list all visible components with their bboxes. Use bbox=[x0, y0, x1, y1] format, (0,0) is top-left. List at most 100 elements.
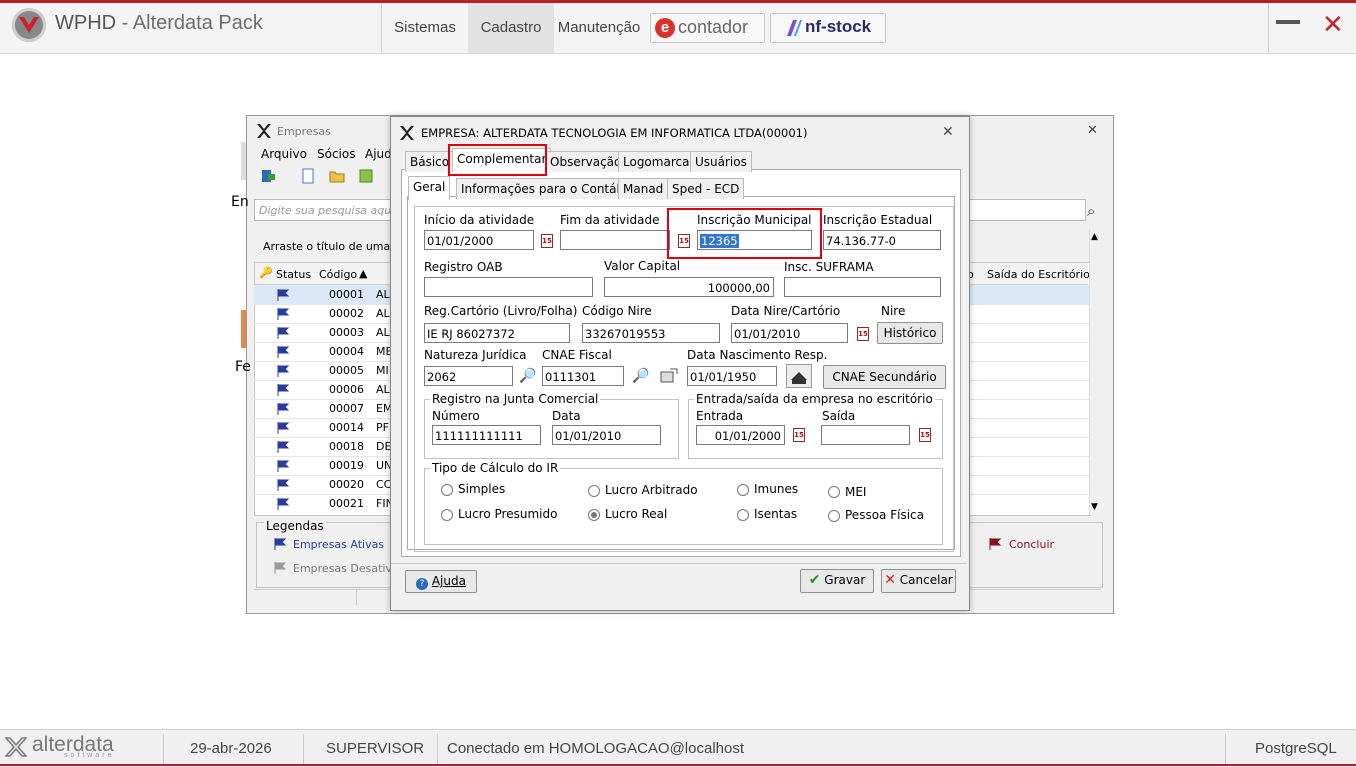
capital-field[interactable]: 100000,00 bbox=[604, 277, 774, 297]
concluir-flag-icon bbox=[988, 537, 1002, 554]
radio-imunes[interactable] bbox=[737, 484, 749, 496]
subtab-sped-ecd[interactable]: Sped - ECD bbox=[667, 178, 745, 199]
menu-ajuda[interactable]: Ajud bbox=[365, 147, 392, 161]
fim-label: Fim da atividade bbox=[560, 213, 660, 227]
empresas-window-icon bbox=[257, 124, 271, 141]
cartorio-label: Reg.Cartório (Livro/Folha) bbox=[424, 304, 578, 318]
nav-tab-cadastro[interactable]: Cadastro bbox=[468, 3, 554, 53]
row-nome: AL bbox=[376, 383, 390, 396]
cancelar-button[interactable]: ✕ Cancelar bbox=[881, 569, 956, 593]
entrada-field[interactable]: 01/01/2000 bbox=[696, 425, 785, 445]
nire-field[interactable]: 33267019553 bbox=[582, 323, 720, 343]
radio-isentas[interactable] bbox=[737, 509, 749, 521]
refresh-icon[interactable] bbox=[358, 168, 374, 187]
alterdata-logo-icon bbox=[5, 737, 27, 757]
new-document-icon[interactable] bbox=[300, 168, 316, 187]
nfstock-button[interactable]: nf-stock bbox=[770, 13, 886, 43]
calendar-icon[interactable]: 15 bbox=[793, 428, 805, 442]
statusbar-sep bbox=[1225, 734, 1226, 764]
tab-usuarios[interactable]: Usuários bbox=[690, 151, 752, 172]
fim-field[interactable] bbox=[560, 230, 670, 250]
natureza-search-icon[interactable]: 🔎 bbox=[519, 368, 536, 384]
cartorio-field[interactable]: IE RJ 86027372 bbox=[424, 323, 570, 343]
close-app-icon[interactable]: ✕ bbox=[1322, 12, 1344, 38]
ajuda-button[interactable]: ? Ajuda bbox=[405, 570, 477, 593]
subtab-geral[interactable]: Geral bbox=[408, 176, 451, 200]
radio-lucro-real[interactable] bbox=[588, 509, 600, 521]
oab-field[interactable] bbox=[424, 277, 593, 297]
row-codigo: 00014 bbox=[329, 421, 364, 434]
column-saida-escritorio[interactable]: Saída do Escritório bbox=[987, 268, 1090, 281]
tab-basico[interactable]: Básico bbox=[405, 151, 455, 172]
active-flag-icon bbox=[276, 459, 290, 476]
junta-data-field[interactable]: 01/01/2010 bbox=[552, 425, 661, 445]
gravar-button[interactable]: ✔ Gravar bbox=[800, 569, 874, 593]
grid-scrollbar[interactable] bbox=[1089, 229, 1105, 515]
open-folder-icon[interactable] bbox=[329, 168, 345, 187]
menu-arquivo[interactable]: Arquivo bbox=[261, 147, 307, 161]
empresas-close-icon[interactable]: ✕ bbox=[1087, 123, 1098, 138]
responsavel-icon[interactable] bbox=[786, 364, 812, 388]
inicio-field[interactable]: 01/01/2000 bbox=[424, 230, 534, 250]
radio-simples[interactable] bbox=[441, 484, 453, 496]
scroll-up-icon[interactable]: ▲ bbox=[1091, 232, 1098, 242]
radio-pessoa-fisica[interactable] bbox=[828, 510, 840, 522]
escritorio-title: Entrada/saída da empresa no escritório bbox=[694, 392, 935, 406]
menu-socios[interactable]: Sócios bbox=[317, 147, 355, 161]
junta-title: Registro na Junta Comercial bbox=[430, 392, 601, 406]
label-lucro-presumido: Lucro Presumido bbox=[458, 507, 558, 521]
cnae-secundario-button[interactable]: CNAE Secundário bbox=[823, 365, 946, 389]
cnae-field[interactable]: 0111301 bbox=[542, 366, 624, 386]
active-flag-icon bbox=[276, 421, 290, 438]
exit-icon[interactable] bbox=[260, 168, 280, 186]
nire-label: Código Nire bbox=[582, 304, 652, 318]
oab-label: Registro OAB bbox=[424, 260, 503, 274]
label-lucro-real: Lucro Real bbox=[605, 507, 668, 521]
data-nire-field[interactable]: 01/01/2010 bbox=[731, 323, 848, 343]
junta-numero-label: Número bbox=[432, 409, 480, 423]
nav-tab-sistemas[interactable]: Sistemas bbox=[382, 3, 468, 53]
row-codigo: 00003 bbox=[329, 326, 364, 339]
cnae-search-icon[interactable]: 🔎 bbox=[632, 368, 649, 384]
row-codigo: 00007 bbox=[329, 402, 364, 415]
radio-mei[interactable] bbox=[828, 486, 840, 498]
column-status[interactable]: Status bbox=[276, 268, 311, 281]
highlight-inscricao-municipal bbox=[667, 208, 822, 259]
label-imunes: Imunes bbox=[754, 482, 799, 496]
dialog-close-icon[interactable]: ✕ bbox=[942, 124, 954, 140]
cnae-table-icon[interactable] bbox=[660, 368, 678, 387]
ir-title: Tipo de Cálculo do IR bbox=[430, 461, 561, 475]
historico-button[interactable]: Histórico bbox=[877, 322, 943, 344]
calendar-icon[interactable]: 15 bbox=[541, 234, 553, 248]
radio-lucro-arbitrado[interactable] bbox=[588, 485, 600, 497]
dialog-title: EMPRESA: ALTERDATA TECNOLOGIA EM INFORMA… bbox=[421, 126, 808, 140]
contador-button[interactable]: e contador bbox=[650, 13, 765, 43]
saida-field[interactable] bbox=[821, 425, 910, 445]
row-codigo: 00019 bbox=[329, 459, 364, 472]
scroll-down-icon[interactable]: ▼ bbox=[1091, 502, 1098, 512]
junta-numero-field[interactable]: 111111111111 bbox=[432, 425, 541, 445]
subtab-manad[interactable]: Manad bbox=[618, 178, 669, 199]
status-database: PostgreSQL bbox=[1255, 740, 1337, 757]
search-icon[interactable]: ⌕ bbox=[1087, 202, 1095, 220]
nascimento-field[interactable]: 01/01/1950 bbox=[687, 366, 777, 386]
row-codigo: 00020 bbox=[329, 478, 364, 491]
calendar-icon[interactable]: 15 bbox=[919, 428, 931, 442]
ie-field[interactable]: 74.136.77-0 bbox=[823, 230, 941, 250]
ie-label: Inscrição Estadual bbox=[823, 213, 933, 227]
radio-lucro-presumido[interactable] bbox=[441, 509, 453, 521]
tab-observacao[interactable]: Observação bbox=[545, 151, 627, 172]
nav-tab-manutencao[interactable]: Manutenção bbox=[554, 3, 644, 53]
subtab-contabil[interactable]: Informações para o Contábil bbox=[456, 178, 636, 199]
column-codigo[interactable]: Código bbox=[319, 268, 357, 281]
tab-logomarca[interactable]: Logomarca bbox=[618, 151, 695, 172]
natureza-field[interactable]: 2062 bbox=[424, 366, 513, 386]
suframa-field[interactable] bbox=[784, 277, 941, 297]
natureza-label: Natureza Jurídica bbox=[424, 348, 527, 362]
row-codigo: 00018 bbox=[329, 440, 364, 453]
calendar-icon[interactable]: 15 bbox=[857, 327, 869, 341]
minimize-icon[interactable] bbox=[1276, 20, 1300, 24]
dialog-button-separator bbox=[391, 563, 967, 564]
active-flag-icon bbox=[276, 402, 290, 419]
sort-asc-icon: ▲ bbox=[359, 267, 368, 280]
